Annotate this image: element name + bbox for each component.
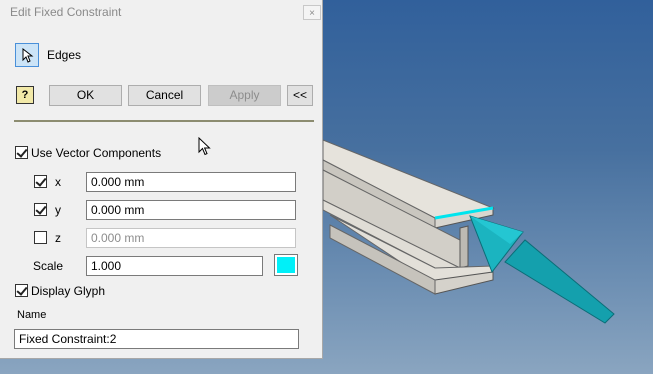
glyph-color-swatch[interactable] xyxy=(274,254,298,276)
name-field[interactable]: Fixed Constraint:2 xyxy=(14,329,299,349)
dialog-title: Edit Fixed Constraint xyxy=(10,5,122,19)
help-icon: ? xyxy=(21,89,29,101)
close-button[interactable]: × xyxy=(303,5,321,20)
cancel-button[interactable]: Cancel xyxy=(128,85,201,106)
use-vector-components-checkbox[interactable] xyxy=(15,146,28,159)
display-glyph-label: Display Glyph xyxy=(31,284,106,298)
cursor-arrow-icon xyxy=(22,48,34,63)
ok-button[interactable]: OK xyxy=(49,85,122,106)
close-icon: × xyxy=(309,8,315,19)
dialog-titlebar[interactable]: Edit Fixed Constraint × xyxy=(0,0,322,24)
select-edges-button[interactable] xyxy=(15,43,39,67)
z-component-label: z xyxy=(55,231,61,245)
x-component-checkbox[interactable] xyxy=(34,175,47,188)
display-glyph-checkbox[interactable] xyxy=(15,284,28,297)
use-vector-components-label: Use Vector Components xyxy=(31,146,162,160)
x-component-field[interactable]: 0.000 mm xyxy=(86,172,296,192)
select-label: Edges xyxy=(47,48,82,62)
i-beam-part[interactable] xyxy=(322,139,495,295)
scale-field[interactable]: 1.000 xyxy=(86,256,263,276)
constraint-glyph-arrow xyxy=(469,215,615,324)
mouse-pointer-icon xyxy=(198,137,211,156)
y-component-label: y xyxy=(55,203,61,217)
y-component-checkbox[interactable] xyxy=(34,203,47,216)
separator xyxy=(14,120,314,122)
z-component-checkbox[interactable] xyxy=(34,231,47,244)
collapse-button[interactable]: << xyxy=(287,85,313,106)
scale-label: Scale xyxy=(33,259,64,273)
glyph-color-fill xyxy=(277,257,295,273)
help-button[interactable]: ? xyxy=(16,86,34,104)
z-component-field[interactable]: 0.000 mm xyxy=(86,228,296,248)
edit-fixed-constraint-dialog: Edit Fixed Constraint × Edges ? OK Cance… xyxy=(0,0,323,359)
y-component-field[interactable]: 0.000 mm xyxy=(86,200,296,220)
name-label: Name xyxy=(17,309,47,321)
x-component-label: x xyxy=(55,175,61,189)
apply-button[interactable]: Apply xyxy=(208,85,281,106)
